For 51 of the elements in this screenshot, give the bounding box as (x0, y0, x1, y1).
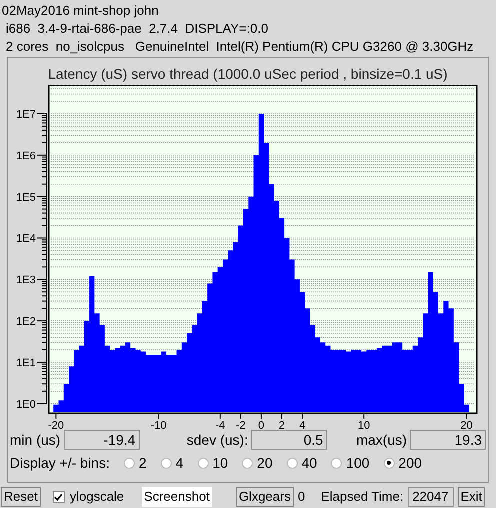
y-tick-label: 1E4 (16, 233, 36, 246)
radio-label: 200 (398, 454, 422, 472)
stat-field: -19.4 (64, 430, 140, 450)
bins-label: Display +/- bins: (10, 454, 110, 473)
radio-button[interactable] (286, 458, 298, 468)
reset-button[interactable]: Reset (1, 487, 41, 507)
header-text: 2 cores no_isolcpus GenuineIntel Intel(R) Pentium(R) CPU G3260 @ 3.30GHz (5, 38, 475, 56)
x-tick-label: 10 (358, 420, 370, 431)
x-tick-label: 20 (460, 420, 473, 431)
x-tick-label: -10 (150, 420, 167, 431)
y-tick-label: 1E1 (16, 357, 36, 370)
elapsed-field: 22047 (408, 487, 454, 507)
radio-button[interactable] (331, 458, 342, 468)
y-tick-label: 1E6 (16, 150, 36, 162)
y-tick-label: 1E0 (16, 398, 36, 411)
header-text: i686 3.4-9-rtai-686-pae 2.7.4 DISPLAY=:0.0 (5, 20, 270, 38)
glxgears-button[interactable]: Glxgears (236, 487, 294, 507)
checkbox[interactable] (52, 491, 65, 503)
stat-label: sdev (us): (186, 430, 248, 450)
exit-button[interactable]: Exit (458, 487, 486, 507)
radio-label: 40 (302, 454, 318, 472)
stat-field: 0.5 (251, 430, 328, 450)
radio-label: 100 (346, 454, 370, 472)
radio-label: 2 (138, 454, 147, 472)
x-tick-label: -20 (48, 420, 64, 431)
radio-button[interactable] (242, 458, 254, 468)
radio-label: 10 (212, 454, 228, 472)
radio-button[interactable] (160, 458, 172, 468)
y-tick-label: 1E7 (16, 109, 36, 121)
screenshot-button[interactable]: Screenshot (142, 487, 212, 507)
x-tick-label: 4 (299, 420, 306, 431)
checkbox-label: ylogscale (70, 488, 124, 506)
stat-field: 19.3 (410, 430, 486, 450)
elapsed-label: Elapsed Time: (321, 488, 404, 506)
radio-label: 4 (176, 454, 184, 472)
header-text: 02May2016 mint-shop john (2, 2, 160, 20)
glxgears-count: 0 (298, 488, 306, 506)
y-tick-label: 1E3 (16, 274, 36, 287)
stat-label: max(us) (356, 430, 408, 450)
x-tick-label: -2 (236, 420, 246, 431)
radio-button[interactable] (198, 458, 209, 468)
y-tick-label: 1E5 (16, 192, 36, 204)
radio-button[interactable] (384, 458, 395, 468)
radio-label: 20 (257, 454, 273, 472)
chart-title: Latency (uS) servo thread (1000.0 uSec period , binsize=0.1 uS) (47, 65, 449, 83)
x-tick-label: -4 (216, 420, 226, 431)
x-tick-label: 2 (278, 420, 286, 431)
y-tick-label: 1E2 (16, 316, 36, 328)
radio-button[interactable] (124, 458, 135, 468)
x-tick-label: 0 (258, 420, 265, 431)
stat-label: min (us) (10, 430, 61, 450)
